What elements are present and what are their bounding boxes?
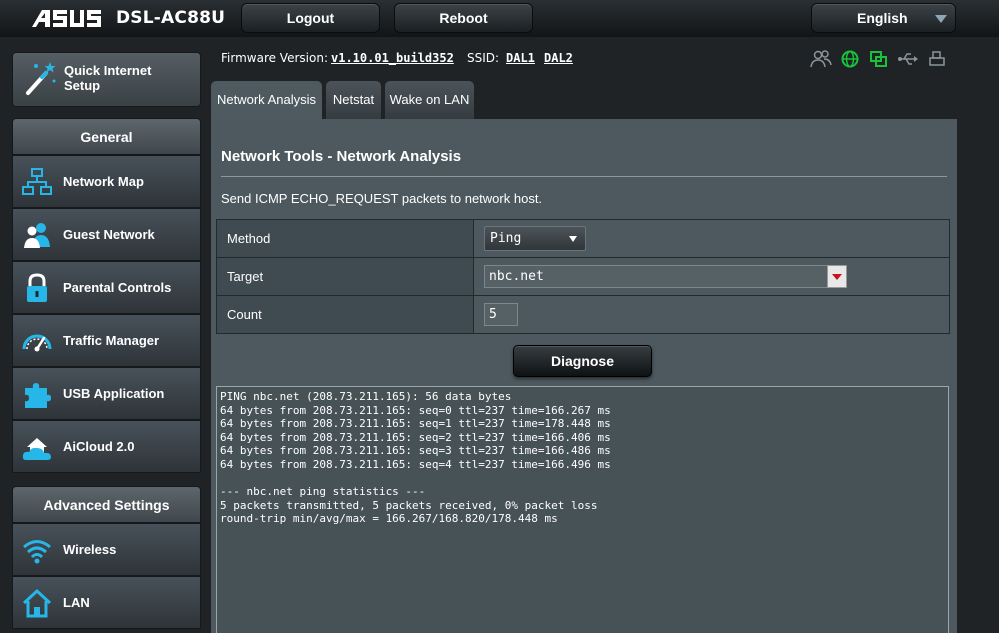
sidebar-item-label: Parental Controls	[63, 280, 172, 295]
house-icon	[22, 588, 52, 618]
tab-netstat[interactable]: Netstat	[326, 81, 381, 119]
firmware-version-link[interactable]: v1.10.01_build352	[331, 51, 454, 65]
sidebar-item-label: LAN	[63, 595, 90, 610]
target-row: Target nbc.net	[216, 257, 950, 296]
ssid-1-link[interactable]: DAL1	[506, 51, 535, 65]
target-label: Target	[216, 257, 474, 296]
top-bar: DSL-AC88U Logout Reboot English	[0, 0, 999, 37]
chevron-down-icon	[935, 15, 947, 23]
tab-wake-on-lan[interactable]: Wake on LAN	[385, 81, 474, 119]
sidebar-item-label: Guest Network	[63, 227, 155, 242]
reboot-button[interactable]: Reboot	[394, 3, 533, 33]
magic-wand-icon	[26, 62, 56, 95]
logout-button[interactable]: Logout	[241, 3, 380, 33]
ssid-label: SSID:	[467, 51, 500, 65]
content-panel: Network Tools - Network Analysis Send IC…	[211, 119, 957, 633]
info-bar: Firmware Version: v1.10.01_build352 SSID…	[208, 40, 999, 80]
target-input[interactable]: nbc.net	[484, 265, 847, 288]
internet-globe-icon[interactable]	[839, 50, 861, 68]
ssid-2-link[interactable]: DAL2	[544, 51, 573, 65]
diagnose-button[interactable]: Diagnose	[513, 345, 652, 377]
wifi-icon	[23, 540, 51, 564]
sidebar-advanced-heading: Advanced Settings	[12, 486, 201, 523]
sidebar-item-label: USB Application	[63, 386, 165, 401]
clients-icon[interactable]	[810, 50, 832, 68]
sidebar-item-network-map[interactable]: Network Map	[12, 155, 201, 208]
lock-icon	[27, 273, 47, 302]
firmware-label: Firmware Version:	[221, 51, 328, 65]
sidebar-item-label: Network Map	[63, 174, 144, 189]
sidebar-item-usb-application[interactable]: USB Application	[12, 367, 201, 420]
printer-icon[interactable]	[926, 50, 948, 68]
target-dropdown-button[interactable]	[827, 265, 847, 288]
sidebar-item-label: Wireless	[63, 542, 117, 557]
target-value: nbc.net	[489, 269, 544, 284]
count-label: Count	[216, 295, 474, 334]
guest-network-icon	[24, 223, 50, 248]
sidebar-item-guest-network[interactable]: Guest Network	[12, 208, 201, 261]
quick-setup-label-line2: Setup	[64, 78, 101, 93]
network-map-icon	[22, 168, 52, 195]
quick-setup-label-line1: Quick Internet	[64, 63, 152, 78]
cloud-house-icon	[22, 438, 51, 460]
language-label: English	[857, 10, 908, 26]
count-input[interactable]: 5	[484, 303, 518, 326]
sidebar-item-aicloud[interactable]: AiCloud 2.0	[12, 420, 201, 473]
page-description: Send ICMP ECHO_REQUEST packets to networ…	[221, 191, 543, 206]
diagnostic-output[interactable]: PING nbc.net (208.73.211.165): 56 data b…	[216, 386, 949, 633]
speedometer-icon	[22, 334, 52, 352]
sidebar-general-heading: General	[12, 118, 201, 155]
page-title: Network Tools - Network Analysis	[221, 148, 462, 165]
sidebar-item-label: AiCloud 2.0	[63, 439, 135, 454]
sidebar-item-label: Traffic Manager	[63, 333, 160, 348]
sidebar-item-lan[interactable]: LAN	[12, 576, 201, 629]
chevron-down-icon	[832, 274, 842, 280]
method-value: Ping	[490, 231, 522, 246]
settings-form: Method Ping Target nbc.net Count 5	[216, 219, 950, 334]
tab-network-analysis[interactable]: Network Analysis	[211, 81, 322, 119]
method-label: Method	[216, 219, 474, 258]
method-select[interactable]: Ping	[484, 226, 586, 251]
usb-icon[interactable]	[897, 50, 919, 68]
chevron-down-icon	[569, 236, 577, 242]
title-divider	[221, 176, 947, 177]
sidebar-item-parental-controls[interactable]: Parental Controls	[12, 261, 201, 314]
method-row: Method Ping	[216, 219, 950, 258]
lan-status-icon[interactable]	[868, 50, 890, 68]
sidebar-item-wireless[interactable]: Wireless	[12, 523, 201, 576]
puzzle-icon	[25, 383, 51, 408]
asus-logo	[32, 10, 101, 27]
model-name: DSL-AC88U	[116, 8, 226, 28]
sidebar-item-traffic-manager[interactable]: Traffic Manager	[12, 314, 201, 367]
quick-internet-setup-button[interactable]: Quick Internet Setup	[12, 52, 201, 107]
count-row: Count 5	[216, 295, 950, 334]
router-admin-page: DSL-AC88U Logout Reboot English Quick In…	[0, 0, 999, 633]
language-select[interactable]: English	[811, 3, 956, 33]
